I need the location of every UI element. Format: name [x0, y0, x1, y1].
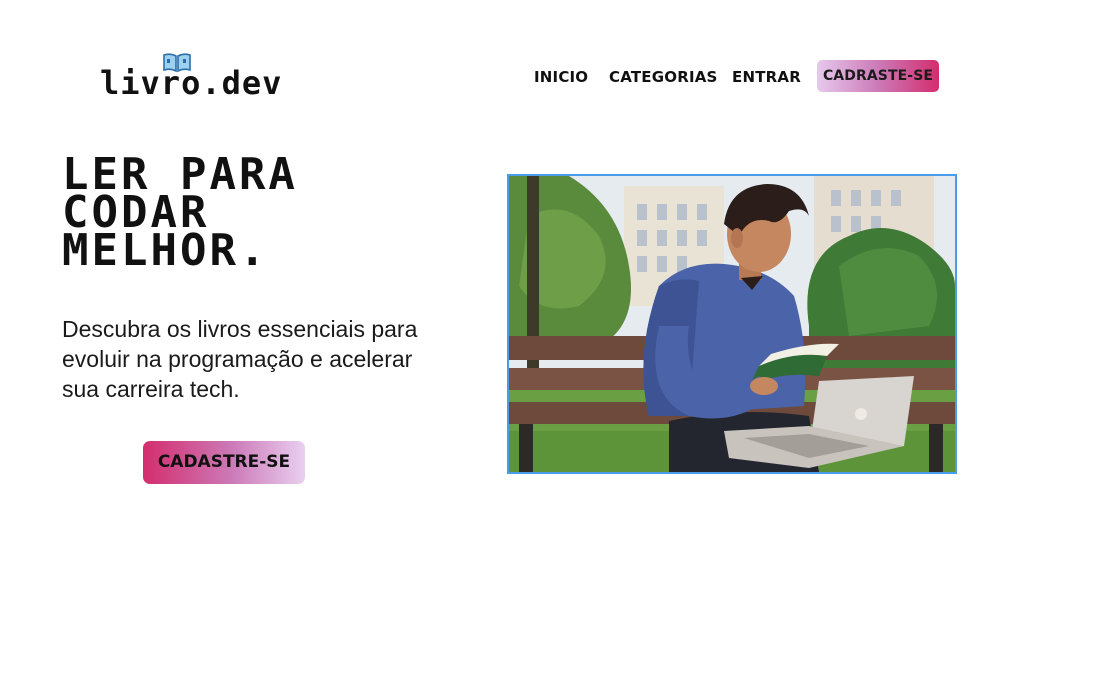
logo[interactable]: livro.dev — [100, 52, 281, 100]
man-reading-illustration — [509, 176, 955, 472]
nav-entrar[interactable]: ENTRAR — [732, 68, 801, 86]
landing-page: livro.dev INICIO CATEGORIAS ENTRAR CADRA… — [0, 0, 1093, 684]
logo-text: livro.dev — [100, 64, 283, 102]
hero-illustration — [507, 174, 957, 474]
nav-signup-button[interactable]: CADRASTE-SE — [817, 60, 939, 92]
hero-description: Descubra os livros essenciais para evolu… — [62, 316, 418, 402]
hero-title: LER PARA CODAR MELHOR. — [62, 153, 422, 276]
hero-title-line-3: MELHOR. — [62, 225, 269, 276]
hero-signup-button[interactable]: CADASTRE-SE — [143, 441, 305, 484]
nav-categorias[interactable]: CATEGORIAS — [609, 68, 718, 86]
nav-inicio[interactable]: INICIO — [534, 68, 588, 86]
